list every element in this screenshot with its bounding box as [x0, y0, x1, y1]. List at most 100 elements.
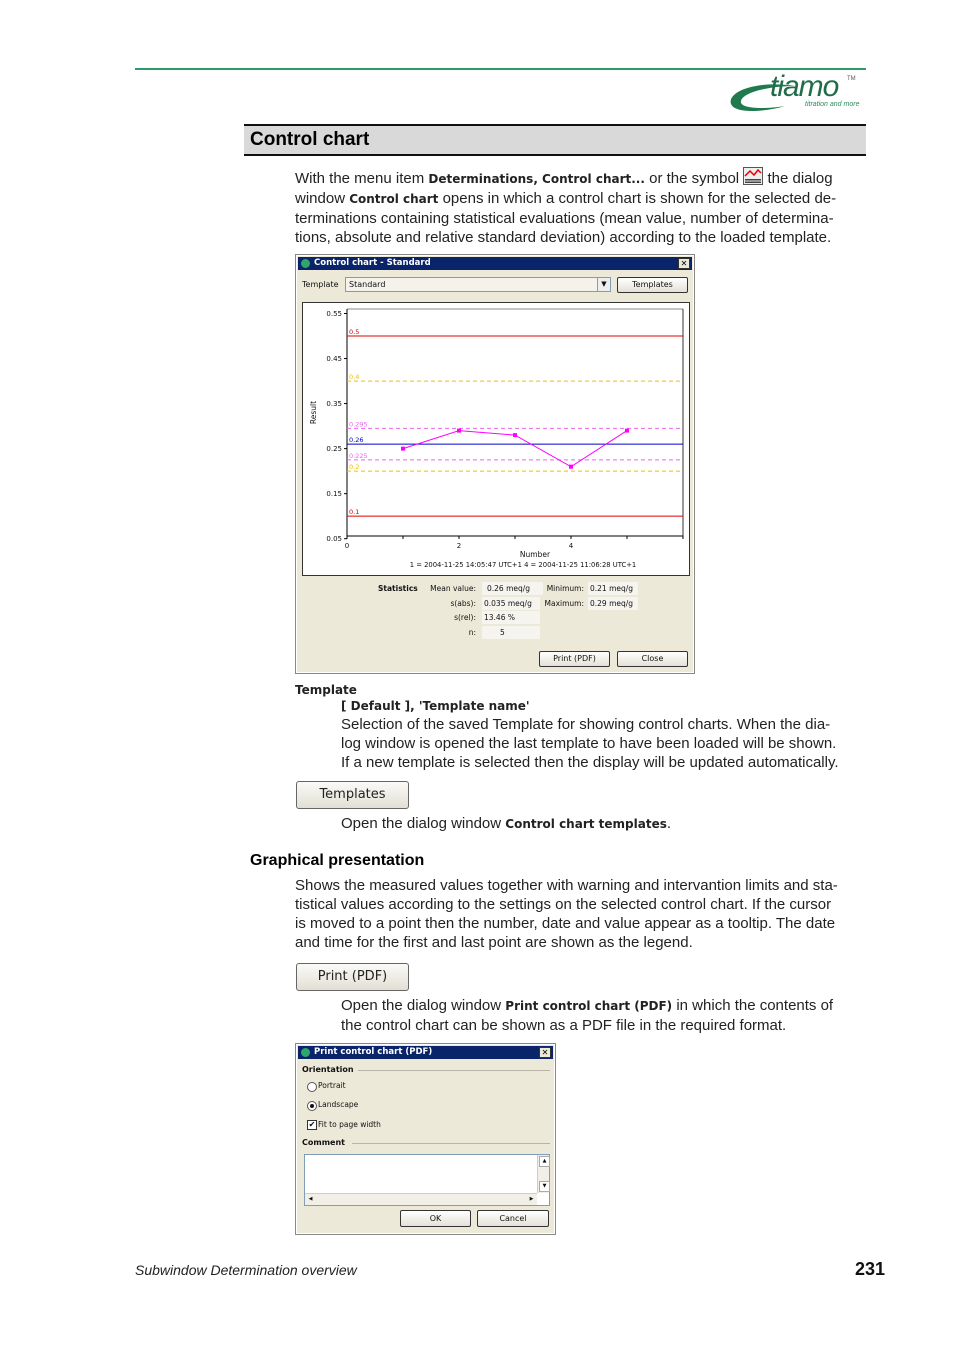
- y-tick-label: 0.55: [326, 310, 342, 318]
- landscape-label: Landscape: [318, 1100, 359, 1109]
- vertical-scrollbar[interactable]: ▲ ▼: [537, 1155, 550, 1193]
- description-line: Shows the measured values together with …: [295, 877, 838, 894]
- app-icon: [301, 259, 310, 268]
- scroll-right-icon[interactable]: ▶: [527, 1195, 536, 1203]
- close-icon[interactable]: ✕: [678, 258, 690, 269]
- limit-label: 0.5: [349, 328, 359, 336]
- intro-text: opens in which a control chart is shown …: [438, 190, 837, 207]
- template-param-values: [ Default ], 'Template name': [341, 699, 530, 713]
- dialog-title: Control chart - Standard: [314, 258, 431, 268]
- description-line: and time for the first and last point ar…: [295, 934, 693, 951]
- comment-textarea[interactable]: ▲ ▼ ◀ ▶: [304, 1154, 550, 1206]
- y-tick-label: 0.45: [326, 355, 342, 363]
- control-chart-icon: [743, 167, 764, 185]
- limit-label: 0.225: [349, 452, 368, 460]
- maximum-value: 0.29 meq/g: [588, 597, 638, 610]
- limit-label: 0.2: [349, 463, 359, 471]
- template-label: Template: [302, 280, 339, 289]
- limit-label: 0.4: [349, 373, 359, 381]
- description-line: is moved to a point then the number, dat…: [295, 915, 836, 932]
- templates-button[interactable]: Templates: [617, 277, 688, 293]
- checkmark-icon: ✔: [308, 1120, 316, 1129]
- limit-label: 0.1: [349, 508, 359, 516]
- scroll-left-icon[interactable]: ◀: [306, 1195, 315, 1203]
- control-chart-dialog: Control chart - Standard ✕ Template Stan…: [295, 254, 695, 674]
- description-line: tistical values according to the setting…: [295, 896, 832, 913]
- n-label: n:: [468, 628, 476, 637]
- sabs-value: 0.035 meq/g: [482, 597, 540, 610]
- template-select-value: Standard: [349, 280, 386, 289]
- chevron-down-icon[interactable]: ▼: [597, 278, 610, 291]
- graphical-presentation-heading: Graphical presentation: [250, 852, 425, 869]
- n-value: 5: [482, 626, 540, 639]
- section-header: Control chart: [244, 124, 866, 156]
- graphical-presentation-paragraph: Shows the measured values together with …: [295, 876, 838, 952]
- portrait-radio[interactable]: [307, 1082, 317, 1092]
- y-tick-label: 0.35: [326, 400, 342, 408]
- print-pdf-button-doc[interactable]: Print (PDF): [296, 963, 409, 991]
- close-button[interactable]: Close: [617, 651, 688, 667]
- divider: [352, 1143, 550, 1144]
- dialog-name: Print control chart (PDF): [505, 999, 673, 1013]
- srel-label: s(rel):: [454, 613, 476, 622]
- data-point: [625, 428, 629, 433]
- y-axis-label: Result: [309, 401, 318, 424]
- templates-button-doc[interactable]: Templates: [296, 781, 409, 809]
- orientation-label: Orientation: [302, 1065, 354, 1074]
- srel-value: 13.46 %: [482, 611, 540, 624]
- ok-button[interactable]: OK: [400, 1210, 471, 1227]
- templates-button-description: Open the dialog window Control chart tem…: [341, 814, 671, 834]
- description-line: Selection of the saved Template for show…: [341, 716, 831, 733]
- mean-label: Mean value:: [430, 584, 476, 593]
- intro-text: the dialog: [763, 170, 833, 187]
- cancel-button[interactable]: Cancel: [477, 1210, 549, 1227]
- logo-wordmark: tiamo: [770, 70, 839, 103]
- mean-value: 0.26 meq/g: [482, 582, 543, 595]
- landscape-radio[interactable]: [307, 1101, 317, 1111]
- minimum-label: Minimum:: [546, 584, 584, 593]
- description-text: Open the dialog window: [341, 815, 506, 832]
- scroll-up-icon[interactable]: ▲: [539, 1156, 550, 1167]
- maximum-label: Maximum:: [544, 599, 584, 608]
- data-point: [569, 464, 573, 469]
- dialog-titlebar: Print control chart (PDF) ✕: [298, 1046, 553, 1059]
- logo-tagline: titration and more: [805, 101, 860, 108]
- data-point: [401, 446, 405, 451]
- description-line: the control chart can be shown as a PDF …: [341, 1017, 787, 1034]
- horizontal-scrollbar[interactable]: ◀ ▶: [305, 1193, 537, 1205]
- header-rule: [135, 68, 866, 70]
- comment-label: Comment: [302, 1138, 345, 1147]
- print-control-chart-dialog: Print control chart (PDF) ✕ Orientation …: [295, 1043, 556, 1235]
- dialog-titlebar: Control chart - Standard ✕: [298, 257, 692, 270]
- footer-chapter: Subwindow Determination overview: [135, 1262, 357, 1278]
- intro-text: terminations containing statistical eval…: [295, 210, 834, 227]
- radio-dot: [310, 1104, 314, 1108]
- close-icon[interactable]: ✕: [539, 1047, 551, 1058]
- app-icon: [301, 1048, 310, 1057]
- dialog-name: Control chart templates: [505, 817, 667, 831]
- scroll-down-icon[interactable]: ▼: [539, 1181, 550, 1192]
- fit-to-page-checkbox[interactable]: ✔: [307, 1120, 317, 1130]
- y-tick-label: 0.25: [326, 445, 342, 453]
- dialog-title: Print control chart (PDF): [314, 1047, 433, 1057]
- template-param-heading: Template: [295, 683, 357, 697]
- y-tick-label: 0.15: [326, 490, 342, 498]
- divider: [358, 1070, 550, 1071]
- sabs-label: s(abs):: [450, 599, 476, 608]
- x-axis-label: Number: [520, 550, 551, 559]
- chart-legend: 1 = 2004-11-25 14:05:47 UTC+1 4 = 2004-1…: [410, 561, 637, 569]
- logo-trademark: TM: [847, 76, 856, 82]
- intro-text: window: [295, 190, 350, 207]
- intro-text: or the symbol: [644, 170, 744, 187]
- portrait-label: Portrait: [318, 1081, 346, 1090]
- data-point: [513, 433, 517, 438]
- template-select[interactable]: Standard ▼: [345, 277, 611, 292]
- intro-paragraph: With the menu item Determinations, Contr…: [295, 167, 865, 247]
- section-title: Control chart: [250, 129, 370, 150]
- page-number: 231: [855, 1259, 886, 1279]
- print-pdf-button[interactable]: Print (PDF): [539, 651, 610, 667]
- description-text: in which the contents of: [672, 997, 834, 1014]
- chart-panel: 0.5 0.4 0.295 0.26 0.225 0.2 0.1 0.05 0.15 0.25 0.…: [302, 302, 690, 576]
- dialog-name: Control chart: [349, 192, 439, 206]
- limit-label: 0.26: [349, 436, 363, 444]
